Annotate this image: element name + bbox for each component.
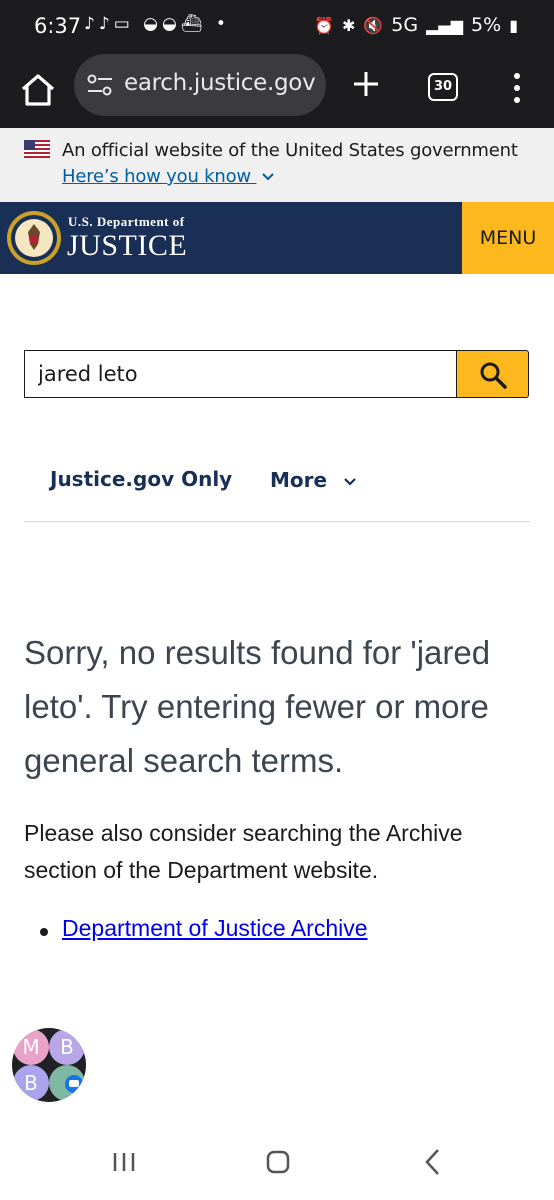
system-nav-bar xyxy=(0,1126,554,1200)
chevron-down-icon xyxy=(344,477,356,486)
tab-switcher-button[interactable]: 30 xyxy=(428,73,458,101)
battery-icon: ▮ xyxy=(509,15,518,35)
network-label: 5G xyxy=(391,14,419,36)
avatar: B xyxy=(49,1029,85,1065)
signal-icon: ▂▄▆ xyxy=(426,15,464,35)
list-item: Department of Justice Archive xyxy=(40,915,368,942)
archive-note: Please also consider searching the Archi… xyxy=(24,820,463,883)
notification-icons: ♪♪▭ ◒◒⛴ • xyxy=(84,14,230,34)
doj-seal-logo[interactable] xyxy=(6,210,62,266)
how-you-know-label: Here’s how you know xyxy=(62,166,251,187)
search-icon xyxy=(480,362,507,389)
home-icon[interactable] xyxy=(16,68,60,112)
avatar: M xyxy=(13,1029,49,1065)
tab-justice-only[interactable]: Justice.gov Only xyxy=(50,467,232,491)
battery-percent: 5% xyxy=(471,14,502,36)
dept-title: JUSTICE xyxy=(67,229,188,262)
bluetooth-icon: ✱ xyxy=(341,15,356,35)
divider xyxy=(24,521,530,522)
new-tab-icon[interactable] xyxy=(348,66,384,102)
how-you-know-link[interactable]: Here’s how you know xyxy=(62,166,275,187)
mute-icon: 🔇 xyxy=(363,15,384,35)
site-settings-icon[interactable] xyxy=(86,73,114,97)
alarm-icon: ⏰ xyxy=(314,15,334,35)
site-header: U.S. Department of JUSTICE MENU xyxy=(0,202,554,274)
avatar: B xyxy=(13,1065,49,1101)
address-bar[interactable]: earch.justice.gov xyxy=(74,54,326,116)
home-nav-icon[interactable] xyxy=(266,1150,290,1174)
tab-more-label: More xyxy=(270,468,328,492)
tab-more[interactable]: More xyxy=(270,468,356,492)
gov-banner-text: An official website of the United States… xyxy=(62,140,518,161)
more-options-icon[interactable] xyxy=(508,70,526,106)
recents-icon[interactable] xyxy=(112,1151,136,1173)
status-bar: 6:37 ♪♪▭ ◒◒⛴ • ⏰ ✱ 🔇 5G ▂▄▆ 5% ▮ xyxy=(0,0,554,54)
status-right: ⏰ ✱ 🔇 5G ▂▄▆ 5% ▮ xyxy=(314,14,518,36)
no-results-message: Sorry, no results found for 'jared leto'… xyxy=(24,634,491,779)
bullet xyxy=(40,928,48,936)
status-time: 6:37 xyxy=(34,14,82,38)
archive-link[interactable]: Department of Justice Archive xyxy=(62,915,368,941)
dept-subtitle: U.S. Department of xyxy=(68,214,185,229)
back-icon[interactable] xyxy=(422,1148,444,1176)
menu-button[interactable]: MENU xyxy=(462,202,554,274)
url-text: earch.justice.gov xyxy=(124,70,316,96)
archive-list: Department of Justice Archive xyxy=(40,915,368,942)
chat-bubble-cluster[interactable]: M B B xyxy=(12,1028,86,1102)
search-button[interactable] xyxy=(456,350,529,398)
messages-app-icon xyxy=(65,1075,83,1093)
us-flag-icon xyxy=(24,140,50,158)
browser-toolbar: earch.justice.gov 30 xyxy=(0,54,554,128)
gov-banner: An official website of the United States… xyxy=(0,128,554,202)
chevron-down-icon xyxy=(262,173,275,181)
search-input[interactable] xyxy=(24,350,458,398)
search-form xyxy=(24,350,529,398)
